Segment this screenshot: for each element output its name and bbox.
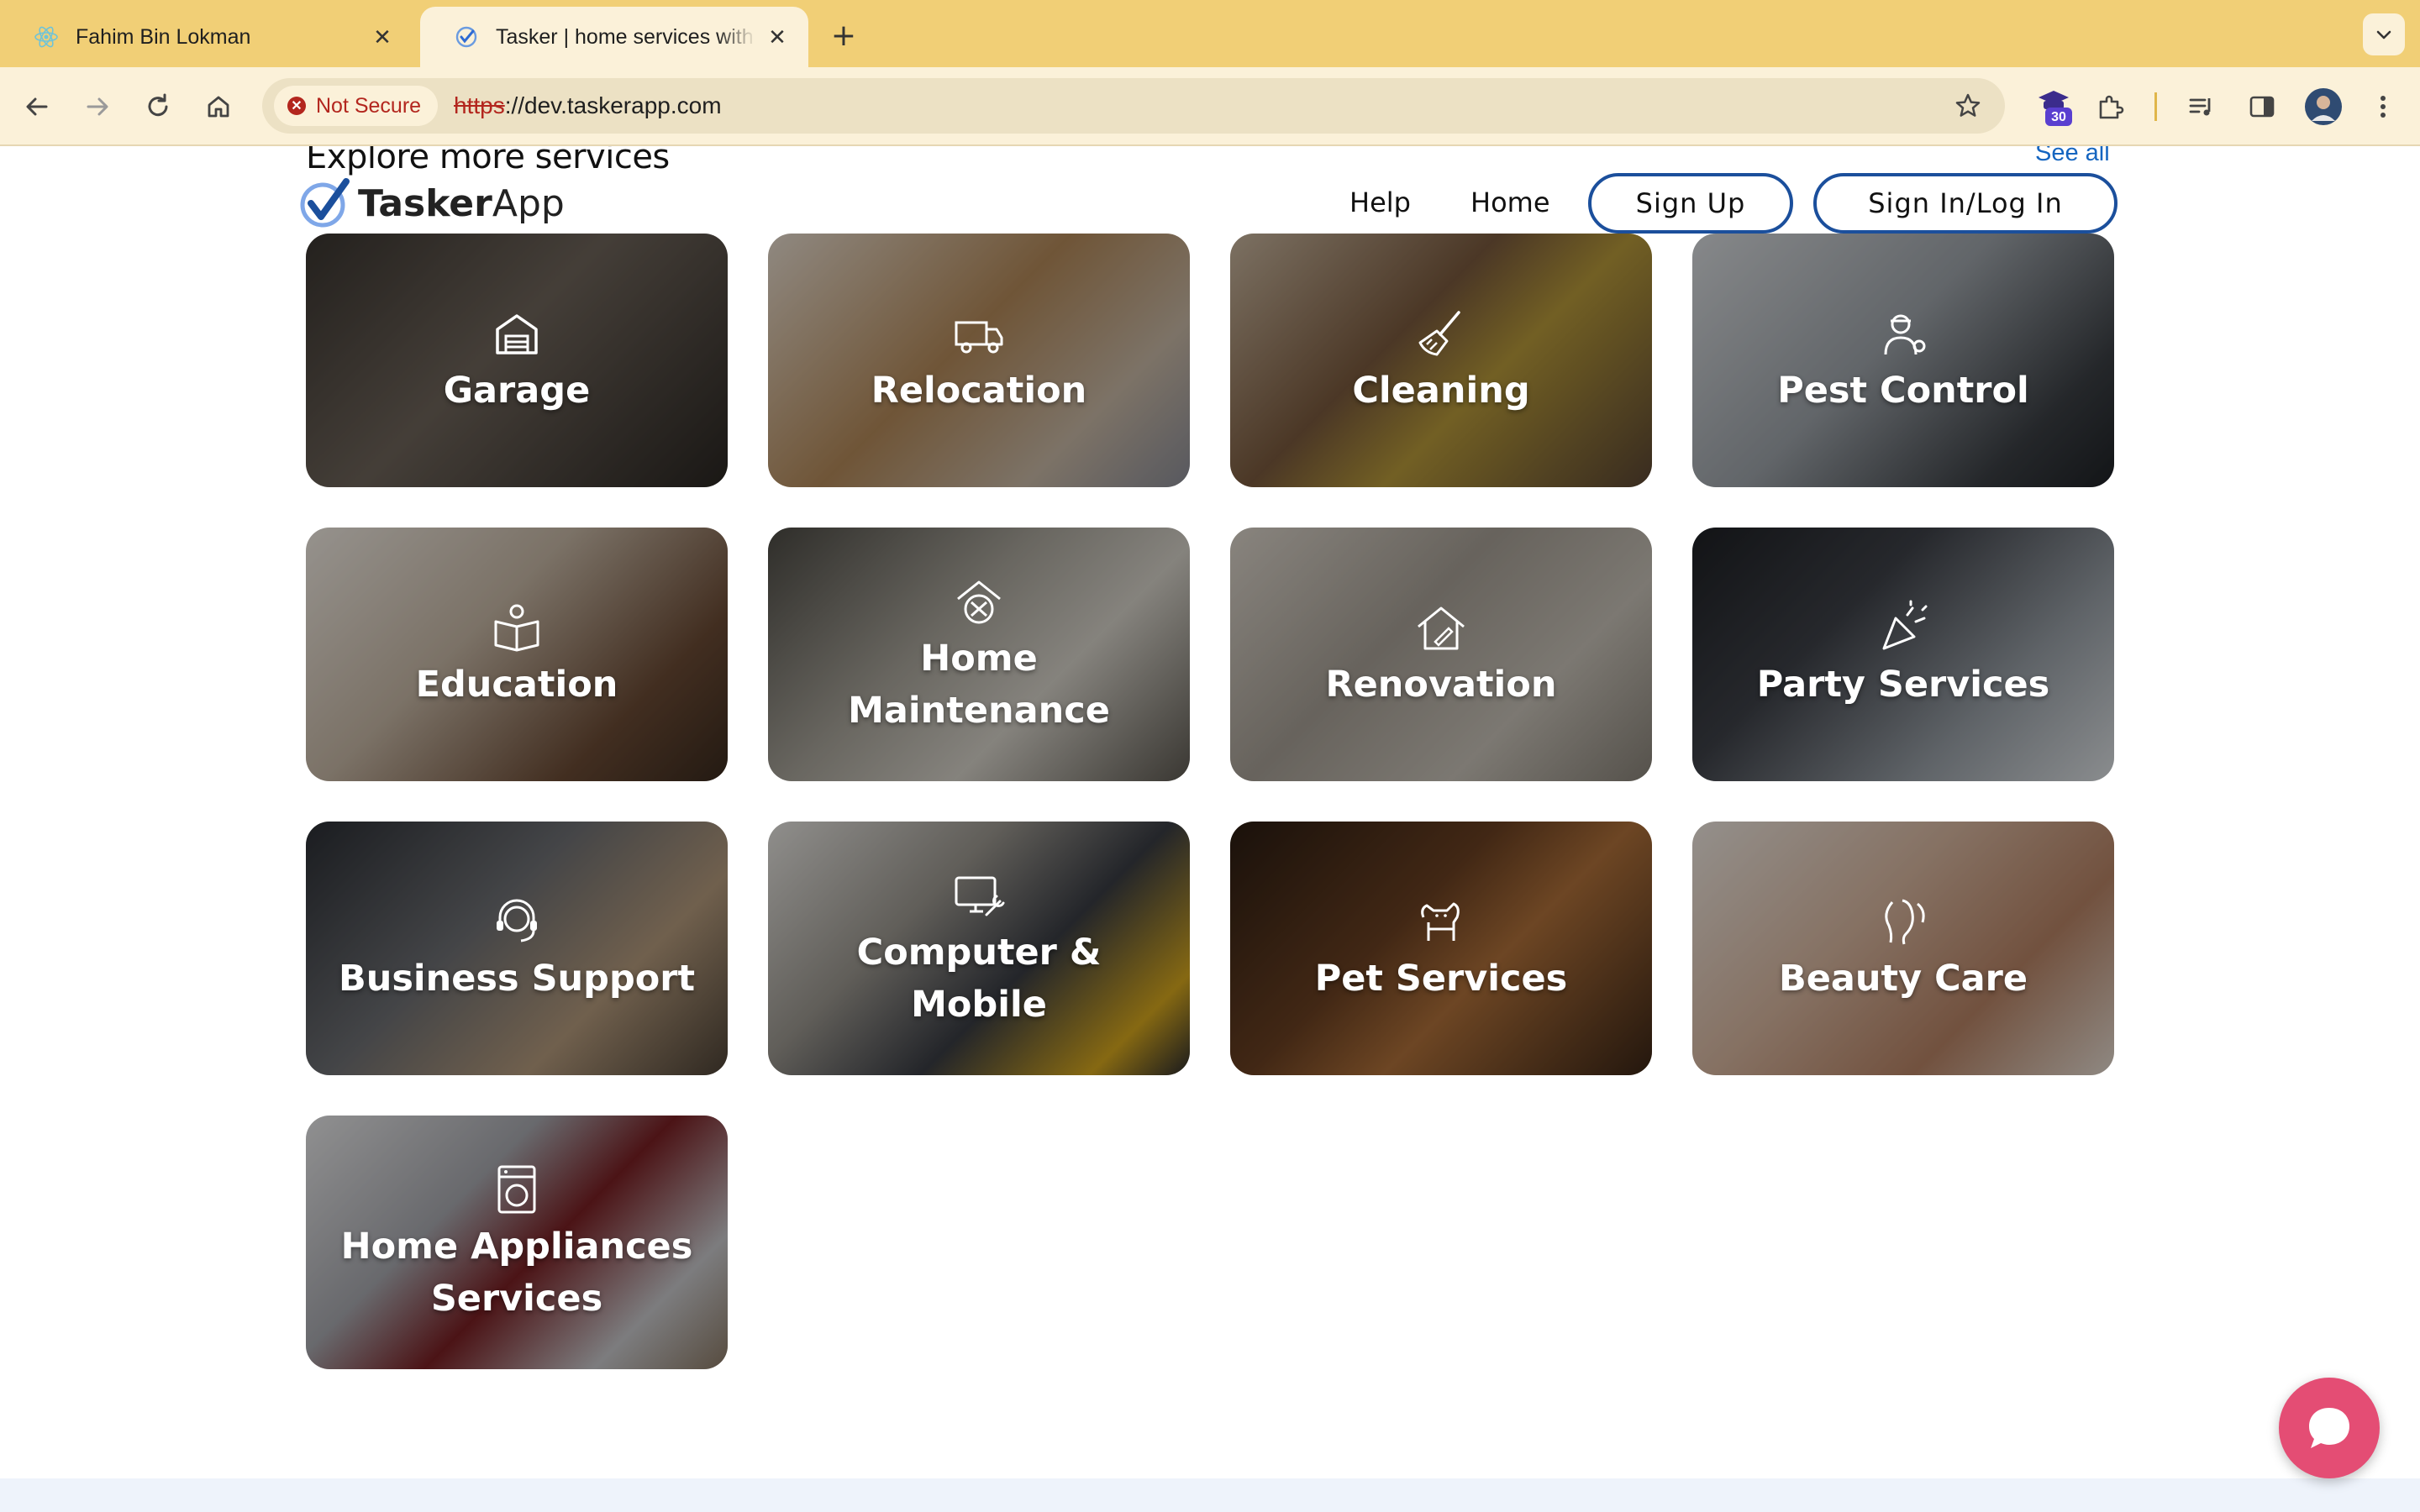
page-viewport: Explore more services See all TaskerApp … xyxy=(0,146,2420,1512)
avatar xyxy=(2305,88,2342,125)
warning-icon: ✕ xyxy=(287,97,306,115)
reload-icon xyxy=(148,93,168,117)
service-card-renovation[interactable]: Renovation xyxy=(1230,528,1652,781)
headset-icon xyxy=(497,899,537,942)
chevron-down-icon xyxy=(2376,30,2391,39)
service-card-garage[interactable]: Garage xyxy=(306,234,728,487)
service-label: Pet Services xyxy=(1314,958,1568,1000)
extension-button[interactable]: 30 xyxy=(2033,84,2075,129)
logo-text: TaskerApp xyxy=(358,182,565,225)
service-label: Business Support xyxy=(338,958,696,1000)
new-tab-button[interactable]: + xyxy=(825,17,862,54)
service-label: Computer & Mobile xyxy=(856,932,1102,1026)
face-care-icon xyxy=(1885,899,1925,945)
service-label: Renovation xyxy=(1325,664,1557,706)
home-button[interactable] xyxy=(200,88,237,125)
checkmark-logo-icon xyxy=(300,178,350,228)
service-label: Garage xyxy=(443,370,591,412)
service-card-cleaning[interactable]: Cleaning xyxy=(1230,234,1652,487)
bookmark-button[interactable] xyxy=(1949,87,1986,124)
service-label: Education xyxy=(415,664,618,706)
site-security-chip[interactable]: ✕ Not Secure xyxy=(274,86,439,126)
more-vertical-icon xyxy=(2381,96,2386,118)
dog-icon xyxy=(1421,902,1460,941)
side-panel-icon xyxy=(2249,96,2275,118)
url-text[interactable]: https://dev.taskerapp.com xyxy=(454,78,722,134)
service-label: Relocation xyxy=(871,370,1087,412)
sign-in-button[interactable]: Sign In/Log In xyxy=(1813,173,2118,234)
side-panel-button[interactable] xyxy=(2244,88,2281,125)
browser-tab-inactive[interactable]: Fahim Bin Lokman ✕ xyxy=(0,7,413,67)
logo-text-bold: Tasker xyxy=(358,181,492,225)
address-bar[interactable]: ✕ Not Secure https://dev.taskerapp.com xyxy=(262,78,2005,134)
back-button[interactable] xyxy=(18,88,55,125)
arrow-right-icon xyxy=(87,97,108,116)
arrow-left-icon xyxy=(26,97,48,116)
service-card-business-support[interactable]: Business Support xyxy=(306,822,728,1075)
house-tools-icon xyxy=(957,580,1001,624)
service-card-pet-services[interactable]: Pet Services xyxy=(1230,822,1652,1075)
sign-up-button[interactable]: Sign Up xyxy=(1588,173,1793,234)
service-card-computer-mobile[interactable]: Computer & Mobile xyxy=(768,822,1190,1075)
service-card-beauty-care[interactable]: Beauty Care xyxy=(1692,822,2114,1075)
security-label: Not Secure xyxy=(316,93,422,118)
close-tab-icon[interactable]: ✕ xyxy=(368,23,397,51)
close-tab-icon[interactable]: ✕ xyxy=(763,23,792,51)
toolbar-divider xyxy=(2154,92,2157,121)
puzzle-icon xyxy=(2099,95,2124,119)
url-host: ://dev.taskerapp.com xyxy=(504,92,722,118)
browser-toolbar: ✕ Not Secure https://dev.taskerapp.com 3… xyxy=(0,67,2420,146)
profile-button[interactable] xyxy=(2302,86,2344,128)
broom-icon xyxy=(1418,311,1460,356)
pest-worker-icon xyxy=(1884,314,1926,355)
extension-badge: 30 xyxy=(2051,110,2066,124)
service-label: Home Appliances Services xyxy=(340,1226,693,1320)
media-control-button[interactable] xyxy=(2183,88,2220,125)
url-scheme: https xyxy=(454,92,505,118)
home-icon xyxy=(208,96,229,118)
service-card-pest-control[interactable]: Pest Control xyxy=(1692,234,2114,487)
tab-title: Fahim Bin Lokman xyxy=(76,24,251,49)
book-reader-icon xyxy=(494,604,539,652)
tab-title: Tasker | home services with 1 click xyxy=(496,24,756,49)
footer-band xyxy=(0,1478,2420,1512)
washing-machine-icon xyxy=(497,1165,536,1214)
taskerapp-favicon-icon xyxy=(455,26,477,48)
playlist-icon xyxy=(2189,98,2211,116)
nav-home-link[interactable]: Home xyxy=(1470,186,1550,218)
reload-button[interactable] xyxy=(139,88,176,125)
house-brush-icon xyxy=(1418,606,1465,650)
browser-menu-button[interactable] xyxy=(2365,88,2402,125)
chat-bubble-icon xyxy=(2309,1408,2349,1448)
service-label: Beauty Care xyxy=(1778,958,2028,1000)
service-card-education[interactable]: Education xyxy=(306,528,728,781)
moving-truck-icon xyxy=(955,321,1003,354)
garage-icon xyxy=(496,314,538,354)
service-label: Cleaning xyxy=(1352,370,1530,412)
extensions-menu-button[interactable] xyxy=(2092,88,2129,125)
service-label: Pest Control xyxy=(1777,370,2029,412)
service-card-home-appliances[interactable]: Home Appliances Services xyxy=(306,1116,728,1369)
service-label: Party Services xyxy=(1756,664,2050,706)
service-card-home-maintenance[interactable]: Home Maintenance xyxy=(768,528,1190,781)
nav-help-link[interactable]: Help xyxy=(1349,186,1411,218)
star-icon xyxy=(1955,93,1981,117)
logo-text-light: App xyxy=(492,181,565,225)
taskerapp-logo[interactable]: TaskerApp xyxy=(299,173,565,234)
forward-button[interactable] xyxy=(79,88,116,125)
service-label: Home Maintenance xyxy=(848,638,1110,732)
browser-tab-strip: Fahim Bin Lokman ✕ Tasker | home service… xyxy=(0,0,2420,67)
graduation-cap-icon: 30 xyxy=(2039,91,2072,126)
react-favicon-icon xyxy=(34,26,58,48)
site-header: TaskerApp Help Home Sign Up Sign In/Log … xyxy=(0,146,2420,239)
chat-button[interactable] xyxy=(2279,1378,2380,1478)
tab-search-button[interactable] xyxy=(2363,13,2405,55)
service-card-relocation[interactable]: Relocation xyxy=(768,234,1190,487)
service-card-party-services[interactable]: Party Services xyxy=(1692,528,2114,781)
party-popper-icon xyxy=(1882,600,1928,650)
browser-tab-active[interactable]: Tasker | home services with 1 click ✕ xyxy=(420,7,808,67)
computer-wrench-icon xyxy=(955,876,1005,916)
